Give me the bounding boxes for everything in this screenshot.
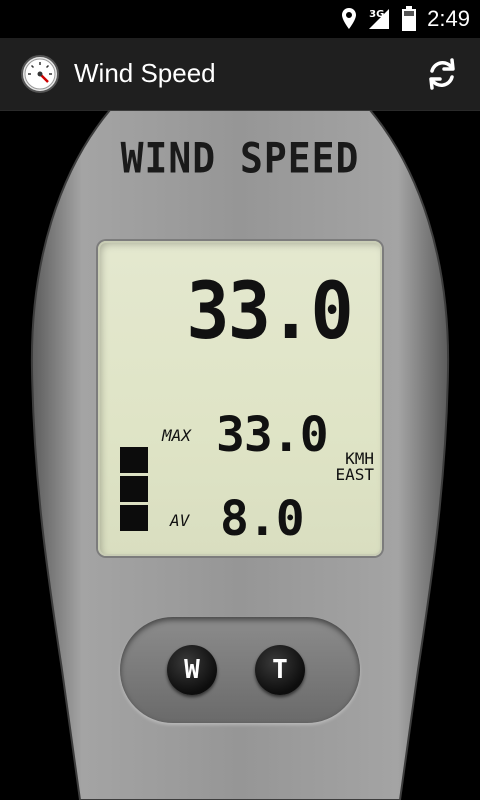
signal-icon: 3G [367, 7, 391, 31]
level-bars [120, 447, 148, 534]
device-header: WIND SPEED [120, 133, 360, 183]
current-speed: 33.0 [186, 267, 354, 357]
battery-icon [401, 6, 417, 32]
direction-label: EAST [335, 465, 374, 484]
app-title: Wind Speed [74, 58, 216, 88]
unit-direction: KMH EAST [335, 451, 374, 483]
max-label: MAX [162, 426, 191, 445]
location-icon [341, 7, 357, 31]
refresh-icon[interactable] [422, 54, 462, 94]
status-icons: 3G 2:49 [341, 6, 470, 32]
network-type: 3G [369, 9, 385, 20]
clock: 2:49 [427, 6, 470, 31]
level-bar [120, 505, 148, 531]
average-speed: 8.0 [220, 491, 305, 547]
level-bar [120, 447, 148, 473]
button-pad [120, 617, 360, 723]
gauge-icon[interactable] [20, 54, 60, 94]
status-bar: 3G 2:49 [0, 0, 480, 38]
action-bar: Wind Speed [0, 38, 480, 111]
lcd-screen: 33.0 MAX 33.0 KMH EAST AV 8.0 [98, 241, 382, 556]
w-button[interactable]: W [167, 645, 217, 695]
level-bar [120, 476, 148, 502]
anemometer-device: WIND SPEED 33.0 MAX 33.0 KMH EAST AV 8.0… [0, 110, 480, 800]
max-speed: 33.0 [216, 407, 329, 463]
t-button[interactable]: T [255, 645, 305, 695]
average-label: AV [170, 511, 190, 530]
